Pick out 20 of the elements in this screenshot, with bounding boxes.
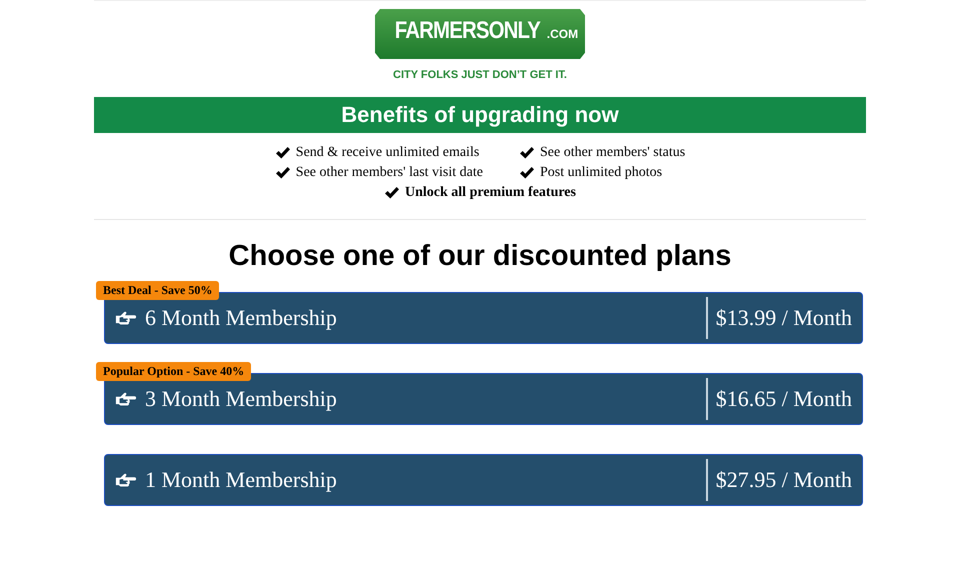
check-icon	[384, 186, 400, 200]
benefit-text: Post unlimited photos	[540, 165, 662, 181]
plans-heading: Choose one of our discounted plans	[228, 240, 732, 273]
benefit-text: See other members' last visit date	[296, 165, 483, 181]
check-icon	[518, 166, 535, 180]
logo-badge[interactable]: FARMERSONLY .COM	[373, 7, 587, 61]
benefit-text: Unlock all premium features	[405, 185, 576, 201]
plan-button[interactable]: 1 Month Membership $27.95 / Month	[104, 454, 863, 506]
pointing-hand-icon	[115, 310, 137, 326]
benefit-text: Send & receive unlimited emails	[296, 145, 480, 161]
benefit-text: See other members' status	[540, 145, 686, 161]
pointing-hand-icon	[115, 472, 137, 488]
check-icon	[274, 166, 291, 180]
check-icon	[274, 146, 291, 160]
tagline: CITY FOLKS JUST DON’T GET IT.	[393, 69, 567, 81]
pointing-hand-icon	[115, 390, 137, 408]
check-icon	[518, 146, 535, 160]
discount-badge: Popular Option - Save 40%	[96, 362, 252, 381]
benefits-header: Benefits of upgrading now	[94, 97, 866, 133]
discount-badge: Best Deal - Save 50%	[96, 281, 220, 300]
